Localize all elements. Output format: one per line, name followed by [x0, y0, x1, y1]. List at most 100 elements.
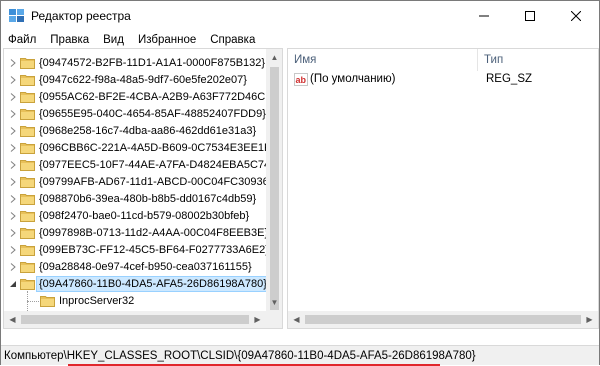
tree-item-label: {096CBB6C-221A-4A5D-B609-0C7534E3EE1F}: [39, 142, 275, 154]
tree-item-label: {0947c622-f98a-48a5-9df7-60e5fe202e07}: [39, 74, 247, 86]
tree-vscroll-thumb[interactable]: [270, 67, 279, 310]
tree-vertical-scrollbar[interactable]: ▲ ▼: [266, 49, 282, 328]
folder-icon: [20, 91, 35, 103]
tree-item-label: {099EB73C-FF12-45C5-BF64-F0277733A6E2}: [39, 244, 269, 256]
value-row[interactable]: ab (По умолчанию) REG_SZ: [288, 71, 598, 89]
column-header-type[interactable]: Тип: [478, 49, 598, 71]
tree-key-item[interactable]: {09a28848-0e97-4cef-b950-cea037161155}: [4, 259, 266, 276]
title-bar[interactable]: Редактор реестра: [1, 1, 599, 31]
tree-key-item[interactable]: {0947c622-f98a-48a5-9df7-60e5fe202e07}: [4, 72, 266, 89]
tree-item-label: {0955AC62-BF2E-4CBA-A2B9-A63F772D46CF}: [39, 91, 276, 103]
folder-icon: [40, 295, 55, 307]
tree-item-label: {0997898B-0713-11d2-A4AA-00C04F8EEB3E}: [39, 227, 269, 239]
menu-file[interactable]: Файл: [1, 31, 43, 49]
tree-item-label: {098f2470-bae0-11cd-b579-08002b30bfeb}: [39, 210, 250, 222]
tree-item-label: {09474572-B2FB-11D1-A1A1-0000F875B132}: [39, 57, 266, 69]
tree-key-item[interactable]: {096CBB6C-221A-4A5D-B609-0C7534E3EE1F}: [4, 140, 274, 157]
tree-key-item[interactable]: {09799AFB-AD67-11d1-ABCD-00C04FC30936}: [4, 174, 272, 191]
chevron-right-icon[interactable]: [8, 58, 18, 68]
ab-string-icon: ab: [294, 73, 308, 86]
tree-key-item[interactable]: {09474572-B2FB-11D1-A1A1-0000F875B132}: [4, 55, 266, 72]
chevron-right-icon[interactable]: [8, 126, 18, 136]
tree-item-label: InprocServer32: [59, 295, 135, 307]
column-header-name[interactable]: Имя: [288, 49, 478, 71]
folder-icon: [20, 210, 35, 222]
status-path[interactable]: Компьютер\HKEY_CLASSES_ROOT\CLSID\{09A47…: [4, 350, 476, 362]
close-button[interactable]: [553, 1, 599, 31]
folder-icon: [20, 57, 35, 69]
chevron-right-icon[interactable]: [8, 211, 18, 221]
tree-key-item[interactable]: {098f2470-bae0-11cd-b579-08002b30bfeb}: [4, 208, 266, 225]
scroll-down-arrow-icon[interactable]: ▼: [266, 294, 282, 311]
tree-key-item[interactable]: {0955AC62-BF2E-4CBA-A2B9-A63F772D46CF}: [4, 89, 276, 106]
regedit-app-icon: [9, 9, 24, 22]
folder-icon: [20, 244, 35, 256]
folder-icon: [20, 261, 35, 273]
folder-icon: [20, 159, 35, 171]
chevron-right-icon[interactable]: [8, 109, 18, 119]
chevron-right-icon[interactable]: [8, 262, 18, 272]
maximize-button[interactable]: [507, 1, 553, 31]
tree-item-label: {098870b6-39ea-480b-b8b5-dd0167c4db59}: [39, 193, 257, 205]
tree-key-item[interactable]: {0997898B-0713-11d2-A4AA-00C04F8EEB3E}: [4, 225, 268, 242]
tree-subkey-item[interactable]: InprocServer32: [4, 293, 266, 310]
status-bar: Компьютер\HKEY_CLASSES_ROOT\CLSID\{09A47…: [1, 345, 599, 366]
values-horizontal-scrollbar[interactable]: ◀ ▶: [288, 311, 598, 328]
menu-view[interactable]: Вид: [96, 31, 131, 49]
folder-icon: [20, 176, 35, 188]
tree-key-item[interactable]: {099EB73C-FF12-45C5-BF64-F0277733A6E2}: [4, 242, 269, 259]
tree-item-label: {0977EEC5-10F7-44AE-A7FA-D4824EBA5C74}: [39, 159, 274, 171]
folder-icon: [20, 278, 35, 290]
scroll-up-arrow-icon[interactable]: ▲: [266, 49, 282, 66]
tree-item-label: {09799AFB-AD67-11d1-ABCD-00C04FC30936}: [39, 176, 273, 188]
tree-item-label: {0968e258-16c7-4dba-aa86-462dd61e31a3}: [39, 125, 257, 137]
chevron-right-icon[interactable]: [8, 228, 18, 238]
tree-item-label: {09a28848-0e97-4cef-b950-cea037161155}: [39, 261, 252, 273]
chevron-down-icon[interactable]: [8, 279, 18, 289]
tree-item-label: {09A5DFC5-8BA2-47DD-BF84-FFD7E0B24481}: [37, 328, 278, 329]
maximize-icon: [525, 11, 535, 21]
chevron-right-icon[interactable]: [8, 160, 18, 170]
tree-key-item[interactable]: {09A47860-11B0-4DA5-AFA5-26D86198A780}: [4, 276, 270, 293]
registry-tree-pane[interactable]: {09474572-B2FB-11D1-A1A1-0000F875B132} {0…: [3, 48, 283, 329]
chevron-right-icon[interactable]: [8, 75, 18, 85]
chevron-right-icon[interactable]: [8, 177, 18, 187]
tree-hscroll-thumb[interactable]: [21, 315, 249, 324]
value-type: REG_SZ: [486, 73, 533, 85]
chevron-right-icon[interactable]: [8, 245, 18, 255]
chevron-right-icon[interactable]: [8, 92, 18, 102]
scroll-right-arrow-icon[interactable]: ▶: [581, 311, 598, 328]
chevron-right-icon[interactable]: [8, 143, 18, 153]
menu-bar: Файл Правка Вид Избранное Справка: [1, 31, 599, 49]
tree-horizontal-scrollbar[interactable]: ◀ ▶: [4, 311, 266, 328]
folder-icon: [20, 142, 35, 154]
folder-icon: [20, 125, 35, 137]
folder-icon: [20, 74, 35, 86]
tree-key-item[interactable]: {0977EEC5-10F7-44AE-A7FA-D4824EBA5C74}: [4, 157, 274, 174]
minimize-button[interactable]: [461, 1, 507, 31]
scroll-left-arrow-icon[interactable]: ◀: [288, 311, 305, 328]
tree-connector-line: [27, 301, 39, 302]
registry-editor-window: Редактор реестра Файл Правка Вид Избранн…: [0, 0, 600, 366]
folder-icon: [20, 227, 35, 239]
menu-favorites[interactable]: Избранное: [131, 31, 203, 49]
tree-key-item[interactable]: {0968e258-16c7-4dba-aa86-462dd61e31a3}: [4, 123, 266, 140]
scroll-left-arrow-icon[interactable]: ◀: [4, 311, 21, 328]
tree-key-item[interactable]: {098870b6-39ea-480b-b8b5-dd0167c4db59}: [4, 191, 266, 208]
tree-item-label: {09655E95-040C-4654-85AF-48852407FDD9}: [39, 108, 266, 120]
scroll-right-arrow-icon[interactable]: ▶: [249, 311, 266, 328]
window-title: Редактор реестра: [31, 9, 131, 23]
folder-icon: [20, 108, 35, 120]
folder-icon: [20, 193, 35, 205]
values-hscroll-thumb[interactable]: [305, 315, 581, 324]
tree-item-label: {09A47860-11B0-4DA5-AFA5-26D86198A780}: [36, 276, 270, 292]
minimize-icon: [479, 15, 489, 17]
menu-help[interactable]: Справка: [203, 31, 262, 49]
tree-key-item[interactable]: {09655E95-040C-4654-85AF-48852407FDD9}: [4, 106, 266, 123]
svg-text:ab: ab: [296, 75, 307, 85]
chevron-right-icon[interactable]: [8, 194, 18, 204]
close-icon: [571, 11, 581, 21]
menu-edit[interactable]: Правка: [43, 31, 96, 49]
value-name: (По умолчанию): [310, 73, 396, 85]
registry-values-pane[interactable]: Имя Тип ab (По умолчанию) REG_SZ ◀ ▶: [287, 48, 599, 329]
